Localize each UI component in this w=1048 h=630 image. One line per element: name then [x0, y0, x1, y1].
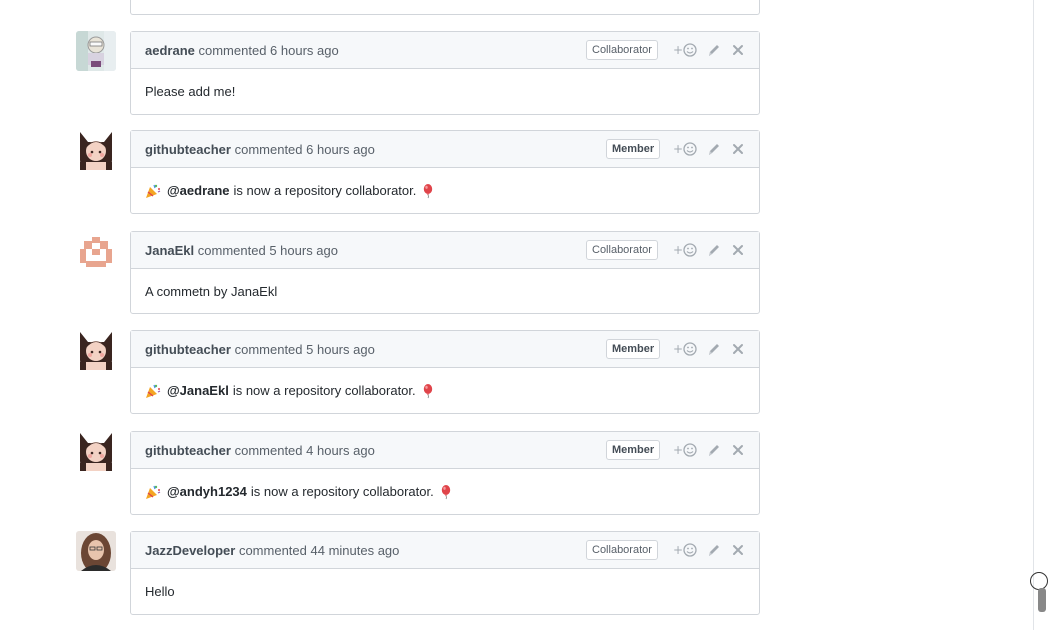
- comment-body: A commetn by JanaEkl: [131, 269, 759, 313]
- author-association-badge: Member: [606, 440, 661, 460]
- svg-text:+: +: [673, 342, 683, 356]
- pencil-icon[interactable]: [707, 442, 721, 458]
- page-right-border: [1033, 0, 1034, 630]
- comment-body: @andyh1234 is now a repository collabora…: [131, 469, 759, 514]
- comment-header: JazzDeveloper commented 44 minutes ago C…: [131, 532, 759, 569]
- comment-box: githubteacher commented 6 hours ago Memb…: [130, 130, 760, 214]
- comment-box: aedrane commented 6 hours ago Collaborat…: [130, 31, 760, 115]
- party-popper-icon: [146, 485, 161, 499]
- comment-box: githubteacher commented 5 hours ago Memb…: [130, 330, 760, 414]
- avatar[interactable]: [76, 231, 116, 271]
- comment-header: githubteacher commented 4 hours ago Memb…: [131, 432, 759, 469]
- party-popper-icon: [146, 184, 161, 198]
- pencil-icon[interactable]: [707, 341, 721, 357]
- scrollbar-thumb[interactable]: [1038, 588, 1046, 612]
- comment-box: JanaEkl commented 5 hours ago Collaborat…: [130, 231, 760, 314]
- add-reaction-icon[interactable]: +: [673, 42, 699, 58]
- comment-action: commented: [234, 443, 303, 458]
- svg-text:+: +: [673, 43, 683, 57]
- comment-author[interactable]: githubteacher: [145, 443, 231, 458]
- avatar[interactable]: [76, 531, 116, 571]
- close-icon[interactable]: [731, 242, 745, 258]
- balloon-icon: [423, 383, 432, 398]
- previous-comment-box-bottom: [130, 0, 760, 15]
- comment-header: aedrane commented 6 hours ago Collaborat…: [131, 32, 759, 69]
- comment-text: is now a repository collaborator.: [250, 484, 434, 499]
- comment-header: githubteacher commented 6 hours ago Memb…: [131, 131, 759, 168]
- author-association-badge: Member: [606, 339, 661, 359]
- comment-timestamp[interactable]: 44 minutes ago: [311, 543, 400, 558]
- pencil-icon[interactable]: [707, 42, 721, 58]
- comment-timestamp[interactable]: 6 hours ago: [270, 43, 339, 58]
- comment-action: commented: [234, 142, 303, 157]
- comment-author[interactable]: aedrane: [145, 43, 195, 58]
- comment-timestamp[interactable]: 6 hours ago: [306, 142, 375, 157]
- comment-body: @aedrane is now a repository collaborato…: [131, 168, 759, 213]
- close-icon[interactable]: [731, 141, 745, 157]
- svg-text:+: +: [673, 543, 683, 557]
- comment-text: is now a repository collaborator.: [233, 183, 417, 198]
- close-icon[interactable]: [731, 341, 745, 357]
- comment-box: githubteacher commented 4 hours ago Memb…: [130, 431, 760, 515]
- balloon-icon: [424, 183, 433, 198]
- user-mention-link[interactable]: @andyh1234: [167, 484, 247, 499]
- add-reaction-icon[interactable]: +: [673, 442, 699, 458]
- comment-action: commented: [234, 342, 303, 357]
- avatar[interactable]: [76, 31, 116, 71]
- comment-text: is now a repository collaborator.: [232, 383, 416, 398]
- svg-text:+: +: [673, 142, 683, 156]
- pencil-icon[interactable]: [707, 542, 721, 558]
- comment-timestamp[interactable]: 5 hours ago: [306, 342, 375, 357]
- pencil-icon[interactable]: [707, 242, 721, 258]
- author-association-badge: Collaborator: [586, 540, 658, 560]
- close-icon[interactable]: [731, 542, 745, 558]
- add-reaction-icon[interactable]: +: [673, 341, 699, 357]
- add-reaction-icon[interactable]: +: [673, 242, 699, 258]
- user-mention-link[interactable]: @aedrane: [167, 183, 230, 198]
- avatar[interactable]: [76, 130, 116, 170]
- comment-action: commented: [197, 243, 266, 258]
- comment-box: JazzDeveloper commented 44 minutes ago C…: [130, 531, 760, 615]
- author-association-badge: Collaborator: [586, 40, 658, 60]
- add-reaction-icon[interactable]: +: [673, 141, 699, 157]
- comment-text: Hello: [145, 584, 175, 599]
- close-icon[interactable]: [731, 442, 745, 458]
- svg-text:+: +: [673, 243, 683, 257]
- balloon-icon: [441, 484, 450, 499]
- comment-header: githubteacher commented 5 hours ago Memb…: [131, 331, 759, 368]
- add-reaction-icon[interactable]: +: [673, 542, 699, 558]
- comment-body: Hello: [131, 569, 759, 614]
- user-mention-link[interactable]: @JanaEkl: [167, 383, 229, 398]
- comment-author[interactable]: JanaEkl: [145, 243, 194, 258]
- close-icon[interactable]: [731, 42, 745, 58]
- comment-author[interactable]: JazzDeveloper: [145, 543, 235, 558]
- comment-body: Please add me!: [131, 69, 759, 114]
- party-popper-icon: [146, 384, 161, 398]
- comment-timestamp[interactable]: 4 hours ago: [306, 443, 375, 458]
- avatar[interactable]: [76, 431, 116, 471]
- comment-header: JanaEkl commented 5 hours ago Collaborat…: [131, 232, 759, 269]
- comment-text: A commetn by JanaEkl: [145, 283, 278, 299]
- author-association-badge: Collaborator: [586, 240, 658, 260]
- comment-timestamp[interactable]: 5 hours ago: [269, 243, 338, 258]
- pencil-icon[interactable]: [707, 141, 721, 157]
- comment-text: Please add me!: [145, 84, 236, 99]
- author-association-badge: Member: [606, 139, 661, 159]
- avatar[interactable]: [76, 330, 116, 370]
- svg-text:+: +: [673, 443, 683, 457]
- comment-action: commented: [238, 543, 307, 558]
- comment-author[interactable]: githubteacher: [145, 342, 231, 357]
- comment-author[interactable]: githubteacher: [145, 142, 231, 157]
- comment-action: commented: [198, 43, 267, 58]
- comment-body: @JanaEkl is now a repository collaborato…: [131, 368, 759, 413]
